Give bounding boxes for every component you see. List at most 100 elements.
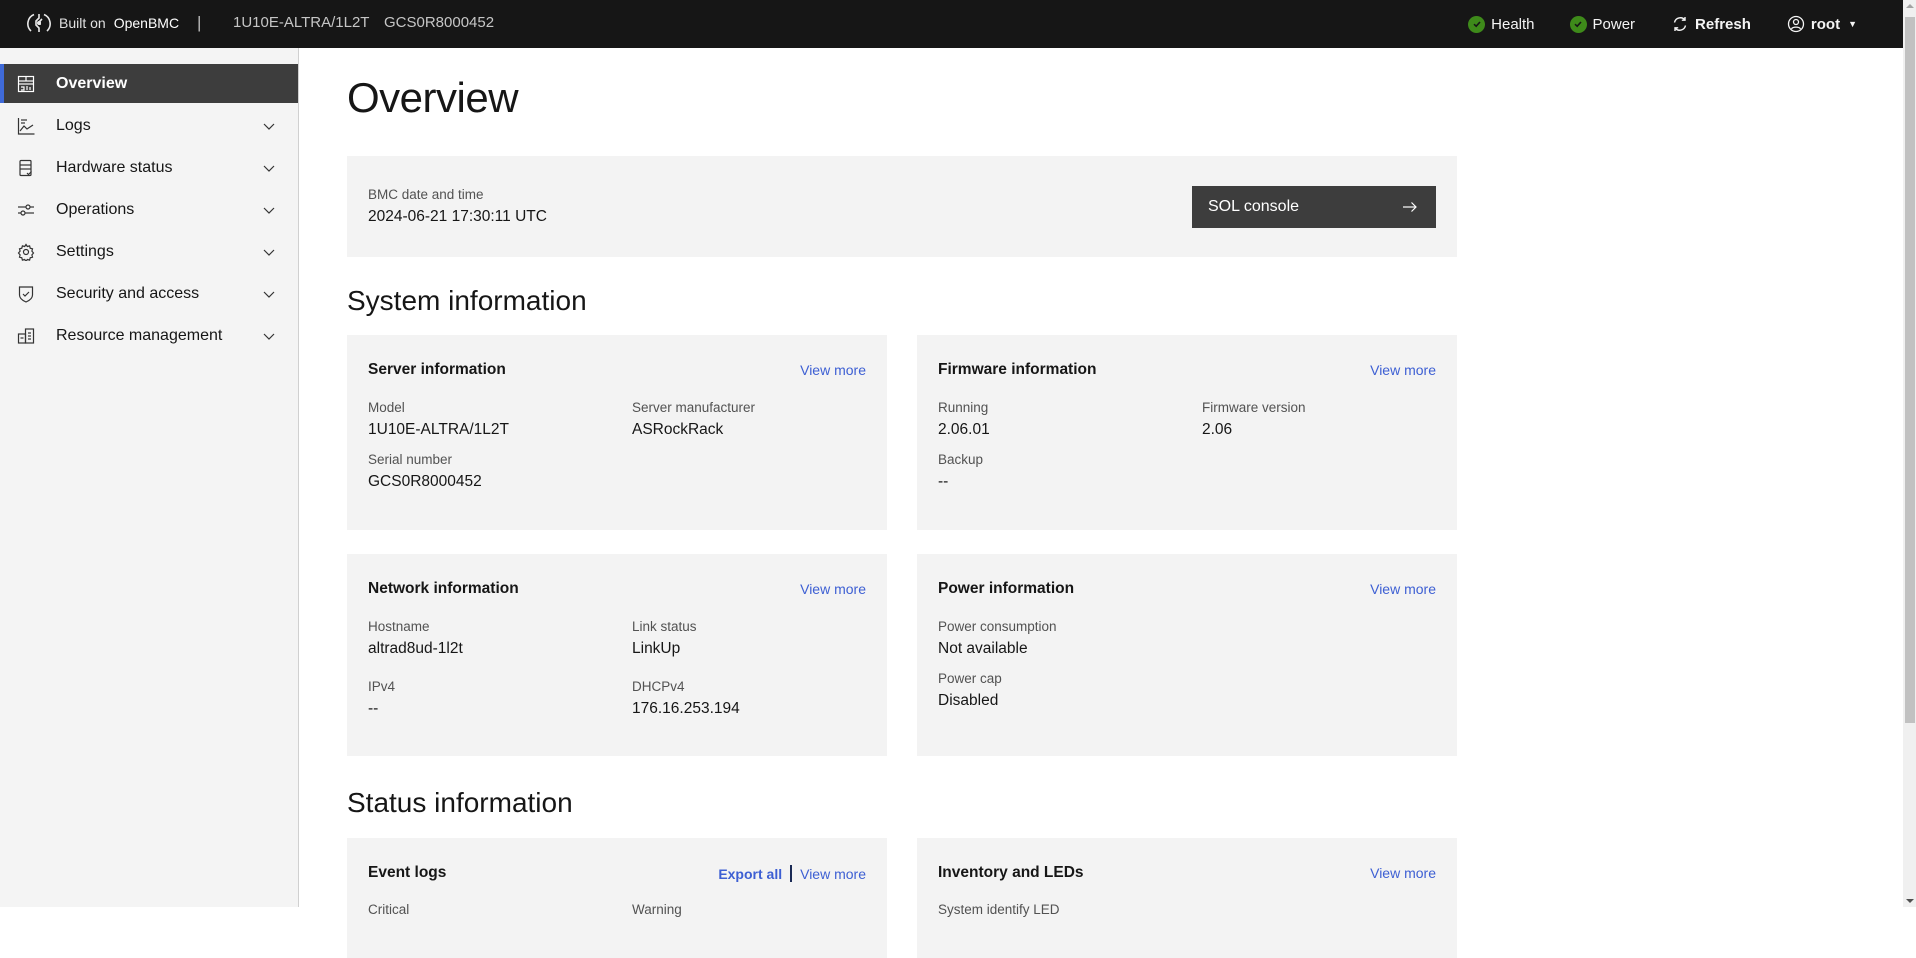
firmware-information-card: Firmware information View more Running 2…: [917, 335, 1457, 530]
field-label: Hostname: [368, 619, 430, 634]
sidebar-item-overview[interactable]: Overview: [0, 64, 298, 103]
field-value: 2.06.01: [938, 421, 990, 438]
field-value: 176.16.253.194: [632, 700, 740, 717]
caret-down-icon: ▼: [1848, 19, 1857, 29]
field-label: Firmware version: [1202, 400, 1306, 415]
chevron-down-icon: [263, 165, 275, 172]
power-ok-icon: [1569, 15, 1587, 33]
sol-console-button[interactable]: SOL console: [1192, 186, 1436, 228]
refresh-button[interactable]: Refresh: [1671, 15, 1751, 33]
sidebar-item-operations[interactable]: Operations: [0, 190, 298, 229]
sidebar-item-label: Overview: [56, 74, 128, 92]
sidebar-item-label: Settings: [56, 242, 114, 260]
openbmc-logo-icon: [27, 13, 51, 32]
logs-chart-icon: [17, 117, 35, 135]
event-logs-card: Event logs Export all View more Critical…: [347, 838, 887, 958]
sidebar-item-resource-management[interactable]: Resource management: [0, 316, 298, 355]
page-title: Overview: [347, 74, 519, 121]
resource-building-icon: [17, 327, 35, 345]
field-value: Disabled: [938, 692, 999, 709]
link-divider: [790, 865, 793, 882]
server-view-more-link[interactable]: View more: [800, 362, 866, 378]
field-label: Model: [368, 400, 405, 415]
sidebar-item-label: Hardware status: [56, 158, 173, 176]
power-information-card: Power information View more Power consum…: [917, 554, 1457, 756]
sidebar-item-logs[interactable]: Logs: [0, 106, 298, 145]
header-model: 1U10E-ALTRA/1L2T: [233, 14, 370, 31]
user-label: root: [1810, 15, 1841, 33]
card-title: Firmware information: [938, 361, 1097, 378]
scroll-up-arrow-icon[interactable]: [1906, 4, 1914, 8]
hardware-checklist-icon: [17, 159, 35, 177]
sidebar-item-label: Security and access: [56, 284, 200, 302]
health-ok-icon: [1468, 15, 1486, 33]
sliders-icon: [17, 201, 35, 219]
field-value: --: [368, 700, 379, 717]
field-label: Critical: [368, 902, 410, 917]
firmware-view-more-link[interactable]: View more: [1370, 362, 1436, 378]
card-title: Inventory and LEDs: [938, 864, 1084, 881]
page-scrollbar[interactable]: [1903, 0, 1916, 907]
user-avatar-icon: [1787, 15, 1805, 33]
scrollbar-thumb[interactable]: [1905, 17, 1915, 723]
field-value: ASRockRack: [632, 421, 724, 438]
field-label: Backup: [938, 452, 984, 467]
field-label: Power cap: [938, 671, 1002, 686]
field-value: LinkUp: [632, 640, 681, 657]
arrow-right-icon: [1403, 202, 1417, 212]
shield-check-icon: [17, 285, 35, 303]
status-information-heading: Status information: [347, 787, 573, 818]
card-title: Power information: [938, 580, 1075, 597]
overview-icon: [17, 75, 35, 93]
field-label: Serial number: [368, 452, 453, 467]
field-label: Running: [938, 400, 989, 415]
field-label: System identify LED: [938, 902, 1060, 917]
field-label: DHCPv4: [632, 679, 685, 694]
field-value: --: [938, 473, 949, 490]
card-title: Server information: [368, 361, 506, 378]
power-status-button[interactable]: Power: [1569, 15, 1636, 33]
sidebar-item-settings[interactable]: Settings: [0, 232, 298, 271]
network-view-more-link[interactable]: View more: [800, 581, 866, 597]
chevron-down-icon: [263, 123, 275, 130]
bmc-time-card: BMC date and time 2024-06-21 17:30:11 UT…: [347, 156, 1457, 257]
field-value: 2.06: [1202, 421, 1233, 438]
scroll-down-arrow-icon[interactable]: [1906, 899, 1914, 903]
brand-logo-link[interactable]: Built on OpenBMC: [27, 11, 179, 35]
sidebar-item-hardware-status[interactable]: Hardware status: [0, 148, 298, 187]
card-title: Event logs: [368, 864, 447, 881]
field-value: 1U10E-ALTRA/1L2T: [368, 421, 509, 438]
sidebar-item-label: Operations: [56, 200, 135, 218]
refresh-icon: [1673, 17, 1687, 31]
brand-prefix: Built on: [59, 15, 106, 31]
health-status-button[interactable]: Health: [1468, 15, 1535, 33]
sidebar-item-security-and-access[interactable]: Security and access: [0, 274, 298, 313]
chevron-down-icon: [263, 333, 275, 340]
field-label: Warning: [632, 902, 682, 917]
gear-icon: [17, 242, 35, 261]
brand-name: OpenBMC: [113, 15, 180, 31]
field-label: Power consumption: [938, 619, 1057, 634]
header-divider: |: [197, 13, 202, 32]
header-serial: GCS0R8000452: [384, 14, 495, 31]
chevron-down-icon: [263, 249, 275, 256]
field-label: Link status: [632, 619, 697, 634]
field-value: Not available: [938, 640, 1028, 657]
power-label: Power: [1592, 15, 1636, 33]
chevron-down-icon: [263, 207, 275, 214]
server-information-card: Server information View more Model 1U10E…: [347, 335, 887, 530]
system-information-heading: System information: [347, 285, 587, 316]
field-value: altrad8ud-1l2t: [368, 640, 463, 657]
sol-console-label: SOL console: [1208, 198, 1300, 215]
event-logs-view-more-link[interactable]: View more: [800, 866, 866, 882]
sidebar-nav: Overview Logs Hardware status Operations…: [0, 48, 299, 907]
refresh-label: Refresh: [1695, 15, 1751, 33]
network-information-card: Network information View more Hostname a…: [347, 554, 887, 756]
top-header: Built on OpenBMC | 1U10E-ALTRA/1L2T GCS0…: [0, 0, 1903, 48]
export-all-link[interactable]: Export all: [718, 866, 782, 882]
health-label: Health: [1491, 15, 1535, 33]
card-title: Network information: [368, 580, 519, 597]
user-menu-button[interactable]: root ▼: [1787, 15, 1857, 33]
power-view-more-link[interactable]: View more: [1370, 581, 1436, 597]
inventory-view-more-link[interactable]: View more: [1370, 865, 1436, 881]
